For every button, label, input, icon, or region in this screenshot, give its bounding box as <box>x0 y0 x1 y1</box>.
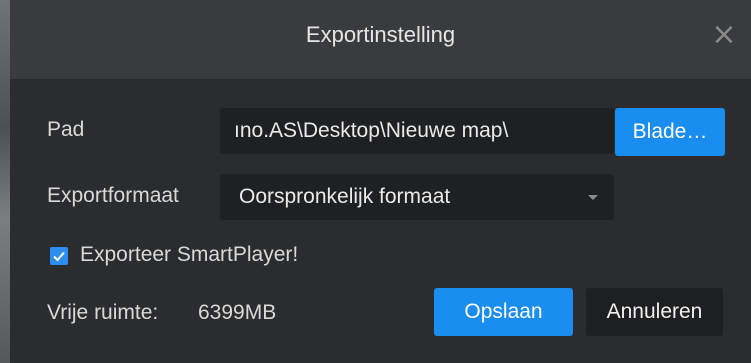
free-space-label: Vrije ruimte: <box>47 301 159 324</box>
smartplayer-label[interactable]: Exporteer SmartPlayer! <box>80 243 298 267</box>
chevron-down-icon <box>588 195 598 200</box>
close-icon[interactable]: × <box>707 18 741 52</box>
browse-button[interactable]: Blade… <box>615 108 725 156</box>
free-space-value: 6399MB <box>198 301 277 324</box>
format-select[interactable]: Oorspronkelijk formaat <box>220 174 614 220</box>
smartplayer-checkbox[interactable] <box>50 247 68 265</box>
cancel-button[interactable]: Annuleren <box>586 288 723 336</box>
dialog-title: Exportinstelling <box>305 22 456 47</box>
save-button[interactable]: Opslaan <box>434 288 573 336</box>
export-settings-dialog: Exportinstelling × Pad ıno.AS\Desktop\Ni… <box>10 0 751 363</box>
dialog-titlebar: Exportinstelling × <box>10 0 751 80</box>
format-selected-value: Oorspronkelijk formaat <box>239 185 451 208</box>
screen: Exportinstelling × Pad ıno.AS\Desktop\Ni… <box>0 0 751 363</box>
path-input[interactable]: ıno.AS\Desktop\Nieuwe map\ <box>220 108 614 154</box>
path-label: Pad <box>47 118 85 141</box>
path-value: ıno.AS\Desktop\Nieuwe map\ <box>234 119 509 142</box>
format-label: Exportformaat <box>47 184 179 207</box>
checkmark-icon <box>53 251 65 262</box>
